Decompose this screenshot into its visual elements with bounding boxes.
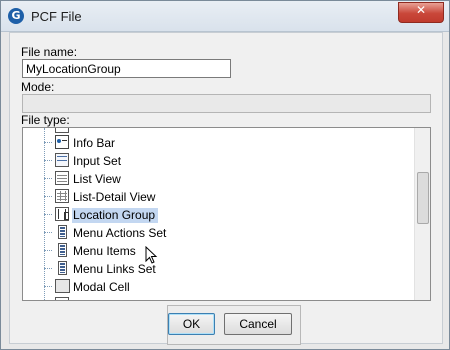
list-item-label: Menu Actions Set [73, 226, 167, 240]
mode-field [22, 94, 431, 113]
location-group-icon [55, 207, 69, 221]
list-item-label: Modal Cell [73, 280, 130, 294]
list-item-label: List View [73, 172, 121, 186]
cancel-button[interactable]: Cancel [224, 313, 292, 335]
list-item[interactable]: Modal Cell [23, 278, 413, 296]
mode-label: Mode: [21, 80, 55, 94]
list-item-label: List-Detail View [73, 190, 156, 204]
list-item[interactable]: Menu Links Set [23, 260, 413, 278]
title-bar[interactable]: G PCF File ✕ [1, 1, 449, 32]
list-item-label: Location Group [72, 208, 159, 223]
pcf-file-dialog: G PCF File ✕ File name: Mode: File type:… [0, 0, 450, 350]
menu-links-set-icon [58, 261, 67, 275]
window-title: PCF File [31, 9, 82, 24]
file-type-label: File type: [21, 113, 70, 127]
file-name-input[interactable] [22, 59, 231, 78]
list-item[interactable]: Info Bar [23, 134, 413, 152]
app-logo-icon: G [8, 8, 24, 24]
list-item-selected[interactable]: Location Group [23, 206, 413, 224]
menu-items-icon [58, 243, 67, 257]
vertical-scrollbar[interactable] [414, 128, 430, 300]
mouse-pointer-icon [145, 246, 158, 264]
close-button[interactable]: ✕ [398, 2, 444, 23]
modal-cell-icon [55, 279, 70, 293]
list-item-clipped [23, 296, 413, 300]
list-item[interactable]: Menu Items [23, 242, 413, 260]
dialog-body: File name: Mode: File type: Info Bar Inp… [9, 32, 443, 345]
input-set-icon [55, 153, 69, 167]
scroll-thumb[interactable] [417, 172, 429, 224]
file-type-list[interactable]: Info Bar Input Set List View List-Detail… [22, 127, 431, 301]
list-item-label: Info Bar [73, 136, 116, 150]
list-item[interactable]: List-Detail View [23, 188, 413, 206]
list-view-icon [55, 171, 69, 185]
list-detail-view-icon [55, 189, 69, 203]
menu-actions-set-icon [58, 225, 67, 239]
list-item-label: Input Set [73, 154, 122, 168]
list-item[interactable]: List View [23, 170, 413, 188]
list-item-label: Menu Links Set [73, 262, 156, 276]
clipped-item-icon [55, 128, 69, 133]
list-item-label: Menu Items [73, 244, 136, 258]
list-item[interactable]: Input Set [23, 152, 413, 170]
ok-button[interactable]: OK [168, 313, 215, 335]
file-name-label: File name: [21, 45, 78, 59]
list-item[interactable]: Menu Actions Set [23, 224, 413, 242]
info-bar-icon [55, 135, 69, 149]
clipped-item-icon [55, 297, 69, 300]
